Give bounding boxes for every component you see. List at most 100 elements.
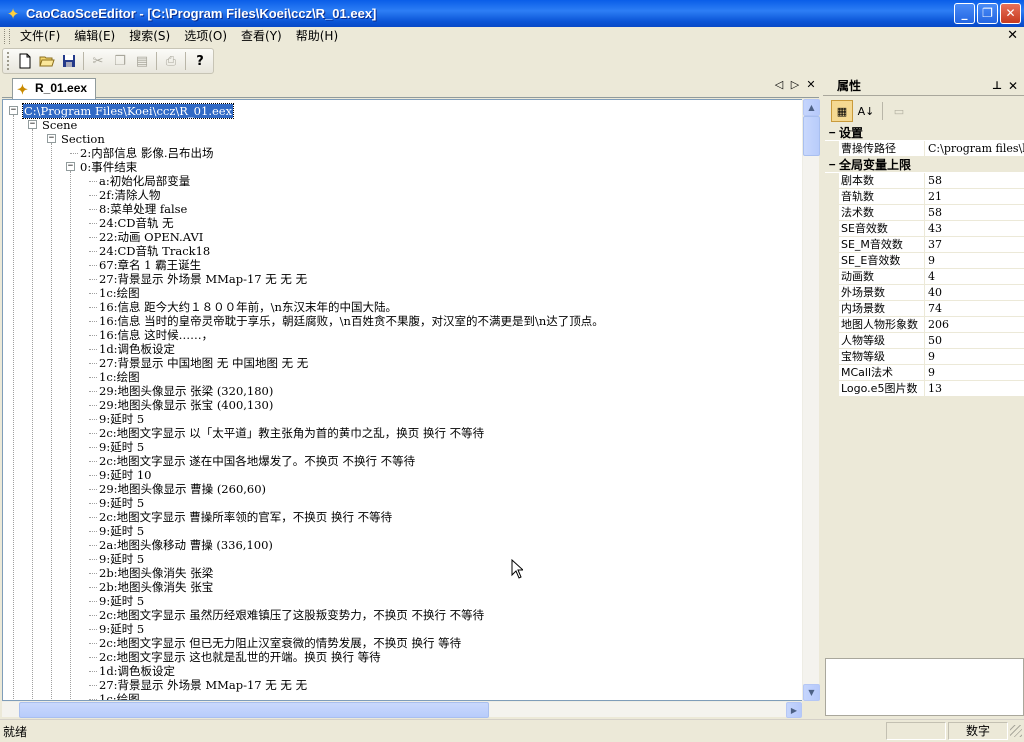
tab-prev-icon[interactable]: ◁ xyxy=(773,78,785,91)
paste-icon[interactable]: ▤ xyxy=(131,50,153,72)
vertical-scroll-thumb[interactable] xyxy=(803,116,820,156)
tree-node[interactable]: 2b:地图头像消失 张梁 xyxy=(99,566,213,580)
menu-edit[interactable]: 编辑(E) xyxy=(67,28,122,45)
tree-node[interactable]: 1c:绘图 xyxy=(99,370,140,384)
open-folder-icon[interactable] xyxy=(36,50,58,72)
property-value[interactable]: 206 xyxy=(925,317,1024,333)
tree-node[interactable]: 2f:清除人物 xyxy=(99,188,160,202)
tree-node[interactable]: 29:地图头像显示 张梁 (320,180) xyxy=(99,384,273,398)
tree-node[interactable]: a:初始化局部变量 xyxy=(99,174,190,188)
toolbar-grip[interactable] xyxy=(7,52,11,70)
scroll-down-button[interactable]: ▼ xyxy=(803,684,820,701)
tree-node[interactable]: 9:延时 5 xyxy=(99,524,144,538)
tree-node[interactable]: 16:信息 当时的皇帝灵帝耽于享乐，朝廷腐败，\n百姓贪不果腹，对汉室的不满更是… xyxy=(99,314,604,328)
property-row[interactable]: 地图人物形象数 206 xyxy=(825,317,1024,333)
tree-expander-icon[interactable]: − xyxy=(47,134,56,143)
property-row[interactable]: 外场景数 40 xyxy=(825,285,1024,301)
tree-node[interactable]: 1c:绘图 xyxy=(99,692,140,700)
property-value[interactable]: 9 xyxy=(925,349,1024,365)
property-value[interactable]: 58 xyxy=(925,173,1024,189)
property-category[interactable]: − 全局变量上限 xyxy=(825,157,1024,173)
menu-search[interactable]: 搜索(S) xyxy=(122,28,177,45)
tree-node[interactable]: 27:背景显示 中国地图 无 中国地图 无 无 xyxy=(99,356,308,370)
tree-node[interactable]: 9:延时 5 xyxy=(99,496,144,510)
category-collapse-icon[interactable]: − xyxy=(825,157,839,172)
tree-node[interactable]: 1d:调色板设定 xyxy=(99,664,175,678)
resize-grip[interactable] xyxy=(1010,725,1022,737)
property-value[interactable]: 9 xyxy=(925,253,1024,269)
property-row[interactable]: 内场景数 74 xyxy=(825,301,1024,317)
tree-expander-icon[interactable]: − xyxy=(28,120,37,129)
property-value[interactable]: 74 xyxy=(925,301,1024,317)
tree-vertical-scrollbar[interactable]: ▲ ▼ xyxy=(802,99,820,701)
scroll-right-button[interactable]: ▶ xyxy=(786,702,802,718)
property-row[interactable]: 音轨数 21 xyxy=(825,189,1024,205)
tab-next-icon[interactable]: ▷ xyxy=(789,78,801,91)
help-icon[interactable]: ? xyxy=(189,50,211,72)
print-icon[interactable]: ⎙ xyxy=(160,50,182,72)
property-row[interactable]: 法术数 58 xyxy=(825,205,1024,221)
property-value[interactable]: 40 xyxy=(925,285,1024,301)
property-row[interactable]: MCall法术 9 xyxy=(825,365,1024,381)
menu-options[interactable]: 选项(O) xyxy=(177,28,234,45)
tree-node[interactable]: Scene xyxy=(42,118,77,132)
menu-help[interactable]: 帮助(H) xyxy=(289,28,345,45)
tree-node[interactable]: 2c:地图文字显示 虽然历经艰难镇压了这股叛变势力，不换页 不换行 不等待 xyxy=(99,608,484,622)
property-pages-icon[interactable]: ▭ xyxy=(888,100,910,122)
tree-node[interactable]: 16:信息 这时候……， xyxy=(99,328,213,342)
scroll-up-button[interactable]: ▲ xyxy=(803,99,820,116)
tree-node[interactable]: 1d:调色板设定 xyxy=(99,342,175,356)
property-row[interactable]: Logo.e5图片数 13 xyxy=(825,381,1024,397)
tree-expander-icon[interactable]: − xyxy=(66,162,75,171)
property-grid[interactable]: −设置曹操传路径C:\program files\koei−全局变量上限剧本数5… xyxy=(825,125,1024,397)
horizontal-scroll-thumb[interactable] xyxy=(19,702,489,718)
properties-close-icon[interactable]: ✕ xyxy=(1008,76,1018,96)
property-value[interactable]: 37 xyxy=(925,237,1024,253)
alphabetical-sort-icon[interactable]: A↓ xyxy=(855,100,877,122)
tree-node[interactable]: 2:内部信息 影像.吕布出场 xyxy=(80,146,214,160)
tree-node[interactable]: 9:延时 5 xyxy=(99,412,144,426)
tree-node[interactable]: 8:菜单处理 false xyxy=(99,202,187,216)
tree-node[interactable]: 29:地图头像显示 曹操 (260,60) xyxy=(99,482,266,496)
document-tab[interactable]: ✦ R_01.eex xyxy=(12,78,97,99)
tab-close-icon[interactable]: ✕ xyxy=(805,78,817,91)
tree-node[interactable]: Section xyxy=(61,132,105,146)
property-value[interactable]: 9 xyxy=(925,365,1024,381)
property-value[interactable]: 50 xyxy=(925,333,1024,349)
tree-node[interactable]: 2c:地图文字显示 但已无力阻止汉室衰微的情势发展，不换页 换行 等待 xyxy=(99,636,461,650)
tree-node[interactable]: 9:延时 5 xyxy=(99,594,144,608)
restore-button[interactable]: ❐ xyxy=(977,3,998,24)
tree-node[interactable]: C:\Program Files\Koei\ccz\R_01.eex xyxy=(21,103,235,119)
property-row[interactable]: SE_M音效数 37 xyxy=(825,237,1024,253)
categorized-view-icon[interactable]: ▦ xyxy=(831,100,853,122)
tree-node[interactable]: 27:背景显示 外场景 MMap-17 无 无 无 xyxy=(99,272,307,286)
property-value[interactable]: 13 xyxy=(925,381,1024,397)
tree-node[interactable]: 9:延时 10 xyxy=(99,468,151,482)
category-collapse-icon[interactable]: − xyxy=(825,125,839,140)
tree-node[interactable]: 1c:绘图 xyxy=(99,286,140,300)
property-row[interactable]: 人物等级 50 xyxy=(825,333,1024,349)
cut-icon[interactable]: ✂ xyxy=(87,50,109,72)
tree-node[interactable]: 2a:地图头像移动 曹操 (336,100) xyxy=(99,538,273,552)
app-icon[interactable]: ✦ xyxy=(4,5,22,23)
tree-node[interactable]: 24:CD音轨 无 xyxy=(99,216,174,230)
menu-grip[interactable] xyxy=(4,29,10,44)
tree-node[interactable]: 9:延时 5 xyxy=(99,622,144,636)
copy-icon[interactable]: ❐ xyxy=(109,50,131,72)
property-value[interactable]: 43 xyxy=(925,221,1024,237)
tree-node[interactable]: 2c:地图文字显示 以「太平道」教主张角为首的黄巾之乱，换页 换行 不等待 xyxy=(99,426,484,440)
property-row[interactable]: 宝物等级 9 xyxy=(825,349,1024,365)
tree-node[interactable]: 0:事件结束 xyxy=(80,160,137,174)
document-close-icon[interactable]: ✕ xyxy=(1007,27,1018,45)
tree-node[interactable]: 2c:地图文字显示 曹操所率领的官军，不换页 换行 不等待 xyxy=(99,510,392,524)
property-value[interactable]: 4 xyxy=(925,269,1024,285)
menu-view[interactable]: 查看(Y) xyxy=(234,28,289,45)
property-value[interactable]: 58 xyxy=(925,205,1024,221)
save-icon[interactable] xyxy=(58,50,80,72)
tree-expander-icon[interactable]: − xyxy=(9,106,18,115)
pin-icon[interactable]: ⊥ xyxy=(992,76,1002,96)
close-button[interactable]: ✕ xyxy=(1000,3,1021,24)
tree-node[interactable]: 16:信息 距今大约１８００年前，\n东汉末年的中国大陆。 xyxy=(99,300,397,314)
property-row[interactable]: 曹操传路径C:\program files\koei xyxy=(825,141,1024,157)
tree-node[interactable]: 9:延时 5 xyxy=(99,440,144,454)
